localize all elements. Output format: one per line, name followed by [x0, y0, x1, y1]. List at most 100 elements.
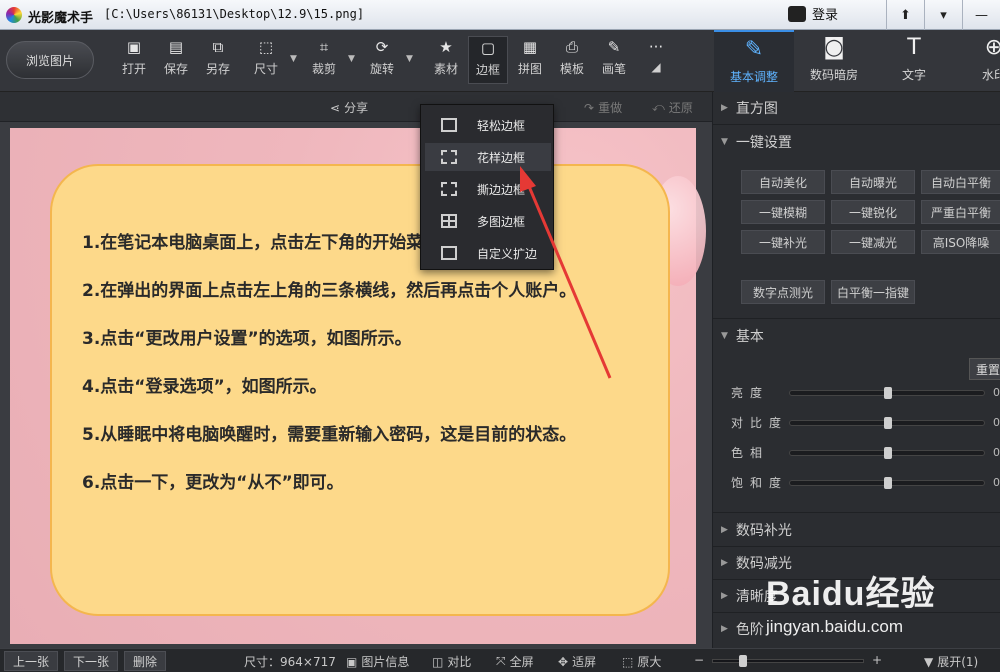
reset-button[interactable]: 重置	[969, 358, 1000, 380]
slider-thumb[interactable]	[884, 447, 892, 459]
fancy-border-icon	[441, 150, 457, 164]
right-panel: ▶ 直方图 ▼ 一键设置 自动美化 自动曝光 自动白平衡 一键模糊 一键锐化 严重白…	[712, 92, 1000, 648]
menu-item-torn-border[interactable]: 撕边边框	[425, 175, 551, 203]
prev-image-button[interactable]: 上一张	[4, 651, 59, 671]
preset-button[interactable]: 数字点测光	[741, 280, 825, 304]
hue-slider[interactable]	[789, 447, 985, 459]
fit-screen-button[interactable]: ✥ 适屏	[558, 653, 596, 670]
menu-button[interactable]: ▾	[924, 0, 962, 30]
tool-collage[interactable]: ▦ 拼图	[510, 36, 550, 84]
preset-button[interactable]: 严重白平衡	[921, 200, 1000, 224]
menu-item-custom-expand[interactable]: 自定义扩边	[425, 239, 551, 267]
file-path: [C:\Users\86131\Desktop\12.9\15.png]	[104, 7, 365, 21]
slider-value: 0	[993, 416, 1000, 429]
step-text: 6.点击一下，更改为“从不”即可。	[82, 473, 344, 493]
brightness-slider[interactable]	[789, 387, 985, 399]
share-button[interactable]: ⋖ 分享	[330, 99, 368, 116]
preset-button[interactable]: 自动曝光	[831, 170, 915, 194]
preset-button[interactable]: 自动美化	[741, 170, 825, 194]
login-label: 登录	[812, 8, 839, 23]
delete-button[interactable]: 删除	[124, 651, 167, 671]
menu-item-easy-border[interactable]: 轻松边框	[425, 111, 551, 139]
text-icon: T	[907, 35, 921, 60]
baidu-watermark: Baidu经验 jingyan.baidu.com	[766, 566, 935, 637]
preset-button[interactable]: 一键减光	[831, 230, 915, 254]
skin-button[interactable]: ⬆	[886, 0, 924, 30]
slider-thumb[interactable]	[884, 387, 892, 399]
tool-more[interactable]: ··· ◢	[636, 36, 676, 84]
browse-images-button[interactable]: 浏览图片	[6, 41, 94, 79]
expand-icon: ▶	[721, 591, 728, 601]
original-size-button[interactable]: ⬚ 原大	[622, 653, 661, 670]
image-info-button[interactable]: ▣ 图片信息	[346, 653, 409, 670]
tool-resize[interactable]: ⬚ 尺寸	[246, 36, 286, 84]
rotate-dropdown-icon[interactable]: ▼	[406, 54, 413, 64]
slider-label: 亮度	[731, 386, 770, 400]
contrast-slider[interactable]	[789, 417, 985, 429]
section-histogram[interactable]: ▶ 直方图	[721, 98, 778, 118]
expand-icon: ▶	[721, 624, 728, 634]
next-image-button[interactable]: 下一张	[64, 651, 119, 671]
tool-save-as[interactable]: ⧉ 另存	[198, 36, 238, 84]
expand-down-icon: ▼	[924, 654, 934, 669]
preset-button[interactable]: 一键补光	[741, 230, 825, 254]
expand-button[interactable]: ▼ 展开(1)	[924, 653, 978, 670]
slider-thumb[interactable]	[884, 477, 892, 489]
watermark-brand: Baidu经验	[766, 575, 936, 613]
resize-dropdown-icon[interactable]: ▼	[290, 54, 297, 64]
menu-item-multi-border[interactable]: 多图边框	[425, 207, 551, 235]
tool-brush[interactable]: ✎ 画笔	[594, 36, 634, 84]
zoom-out-button[interactable]: −	[694, 653, 704, 667]
tool-crop[interactable]: ⌗ 裁剪	[304, 36, 344, 84]
zoom-slider[interactable]	[712, 655, 864, 667]
status-bar: 上一张 下一张 删除 尺寸：964×717 ▣ 图片信息 ◫ 对比 ⤧ 全屏 ✥ 适屏 …	[0, 648, 1000, 672]
menu-item-fancy-border[interactable]: 花样边框	[425, 143, 551, 171]
crop-dropdown-icon[interactable]: ▼	[348, 54, 355, 64]
tool-template[interactable]: ⎙ 模板	[552, 36, 592, 84]
zoom-in-button[interactable]: +	[872, 653, 882, 667]
tab-basic-adjust[interactable]: ✎ 基本调整	[714, 30, 794, 92]
section-digital-fill[interactable]: ▶ 数码补光	[721, 520, 792, 540]
preset-button[interactable]: 自动白平衡	[921, 170, 1000, 194]
compare-button[interactable]: ◫ 对比	[432, 653, 471, 670]
collage-icon: ▦	[522, 38, 538, 56]
tab-watermark[interactable]: ⊕ 水印	[954, 30, 1000, 92]
redo-button[interactable]: ↷ 重做	[584, 99, 622, 116]
preset-button[interactable]: 一键锐化	[831, 200, 915, 224]
resize-icon: ⬚	[258, 38, 274, 56]
section-one-click[interactable]: ▼ 一键设置	[721, 132, 792, 152]
tab-digital-darkroom[interactable]: ◙ 数码暗房	[794, 30, 874, 92]
restore-icon: ⤺	[652, 100, 665, 114]
border-icon: ▢	[480, 39, 496, 57]
expand-icon: ▶	[721, 525, 728, 535]
section-basic[interactable]: ▼ 基本	[721, 326, 764, 346]
slider-thumb[interactable]	[884, 417, 892, 429]
right-panel-tabs: ✎ 基本调整 ◙ 数码暗房 T 文字 ⊕ 水印	[712, 30, 1000, 92]
share-icon: ⋖	[330, 100, 341, 115]
minimize-button[interactable]: —	[962, 0, 1000, 30]
fit-icon: ✥	[558, 654, 569, 669]
tab-text[interactable]: T 文字	[874, 30, 954, 92]
info-icon: ▣	[346, 654, 358, 669]
divider	[713, 318, 1000, 319]
preset-button[interactable]: 白平衡一指键	[831, 280, 915, 304]
saturation-slider[interactable]	[789, 477, 985, 489]
collapse-icon: ▼	[721, 331, 728, 341]
fullscreen-button[interactable]: ⤧ 全屏	[496, 653, 534, 670]
fullscreen-icon: ⤧	[496, 654, 506, 668]
tool-rotate[interactable]: ⟳ 旋转	[362, 36, 402, 84]
tool-save[interactable]: ▤ 保存	[156, 36, 196, 84]
tool-border[interactable]: ▢ 边框	[468, 36, 508, 84]
camera-icon: ◙	[823, 35, 845, 60]
preset-button[interactable]: 一键模糊	[741, 200, 825, 224]
section-levels[interactable]: ▶ 色阶	[721, 619, 764, 639]
zoom-thumb[interactable]	[739, 655, 747, 667]
title-bar: 光影魔术手 [C:\Users\86131\Desktop\12.9\15.pn…	[0, 0, 1000, 30]
tool-open[interactable]: ▣ 打开	[114, 36, 154, 84]
tool-material[interactable]: ★ 素材	[426, 36, 466, 84]
preset-button[interactable]: 高ISO降噪	[921, 230, 1000, 254]
login-button[interactable]: 登录	[788, 4, 838, 23]
easy-border-icon	[441, 118, 457, 132]
restore-button[interactable]: ⤺ 还原	[652, 99, 693, 116]
compare-icon: ◫	[432, 654, 444, 669]
